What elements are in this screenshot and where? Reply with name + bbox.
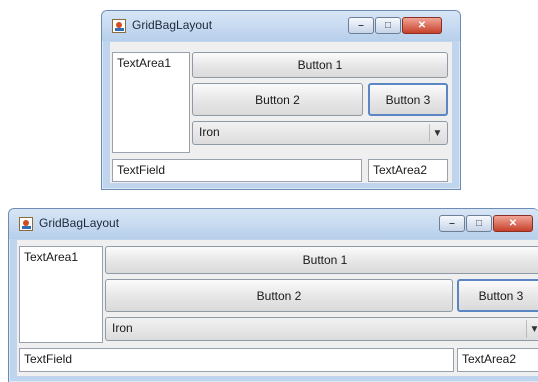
text-area-1[interactable]: TextArea1 [112,52,190,153]
text-field[interactable]: TextField [112,159,362,182]
minimize-icon: – [358,19,364,31]
content-pane: TextArea1 Button 1 Button 2 Button 3 Iro… [110,42,452,183]
text-area-2[interactable]: TextArea2 [368,159,448,182]
combo-value: Iron [112,321,133,335]
button-1[interactable]: Button 1 [105,246,538,274]
text-area-1[interactable]: TextArea1 [19,246,103,343]
button-2[interactable]: Button 2 [105,279,453,312]
close-button[interactable]: ✕ [402,17,442,34]
content-pane: TextArea1 Button 1 Button 2 Button 3 Iro… [17,240,538,376]
minimize-button[interactable]: – [348,17,374,34]
minimize-button[interactable]: – [439,215,465,232]
maximize-icon: □ [384,19,392,31]
text-field[interactable]: TextField [19,348,454,372]
button-3[interactable]: Button 3 [457,279,538,312]
maximize-button[interactable]: □ [375,17,401,34]
chevron-down-icon[interactable]: ▼ [526,320,538,338]
combo-box[interactable]: Iron ▼ [192,121,448,145]
text-area-2[interactable]: TextArea2 [457,348,538,372]
close-icon: ✕ [417,19,427,31]
window-wide: GridBagLayout – □ ✕ TextArea1 Button 1 B… [8,208,538,382]
java-cup-icon [19,217,33,231]
combo-box[interactable]: Iron ▼ [105,317,538,341]
chevron-down-icon[interactable]: ▼ [429,124,445,142]
button-1[interactable]: Button 1 [192,52,448,78]
minimize-icon: – [449,217,455,229]
button-2[interactable]: Button 2 [192,83,363,116]
button-3[interactable]: Button 3 [368,83,448,116]
close-icon: ✕ [508,217,518,229]
window-small: GridBagLayout – □ ✕ TextArea1 Button 1 B… [101,10,461,190]
combo-value: Iron [199,125,220,139]
title-bar[interactable]: GridBagLayout – □ ✕ [9,209,538,239]
maximize-icon: □ [475,217,483,229]
window-title: GridBagLayout [132,18,213,32]
window-title: GridBagLayout [39,216,120,230]
title-bar[interactable]: GridBagLayout – □ ✕ [102,11,460,41]
java-cup-icon [112,19,126,33]
maximize-button[interactable]: □ [466,215,492,232]
close-button[interactable]: ✕ [493,215,533,232]
